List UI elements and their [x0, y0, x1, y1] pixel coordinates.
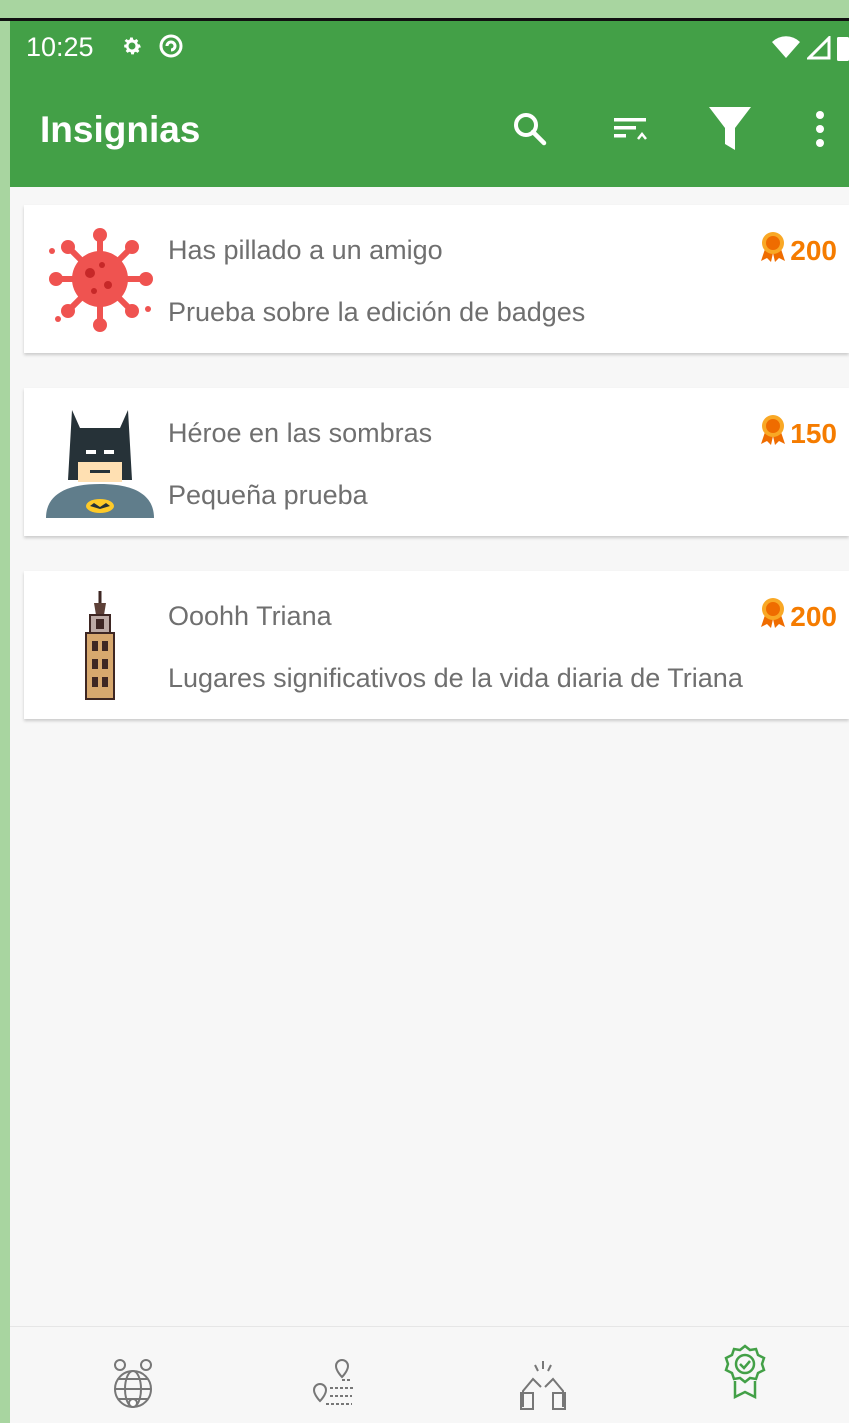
sort-icon — [612, 112, 652, 151]
app-bar: Insignias — [10, 81, 849, 187]
wifi-icon — [771, 36, 801, 65]
more-vert-icon — [814, 109, 826, 154]
badge-points: 150 — [758, 414, 837, 453]
badge-description: Pequeña prueba — [168, 480, 368, 510]
sort-button[interactable] — [606, 105, 658, 157]
batman-icon — [44, 406, 156, 518]
more-options-button[interactable] — [794, 105, 846, 157]
badge-title: Has pillado a un amigo — [168, 235, 443, 265]
filter-button[interactable] — [704, 105, 756, 157]
virus-icon — [44, 223, 156, 335]
badge-points: 200 — [758, 231, 837, 270]
signal-icon — [805, 34, 831, 65]
search-icon — [511, 110, 549, 153]
world-map-icon — [108, 1357, 158, 1416]
badge-card[interactable]: Ooohh Triana Lugares significativos de l… — [24, 571, 849, 719]
filter-icon — [707, 104, 753, 159]
battery-icon — [837, 35, 849, 66]
badge-description: Prueba sobre la edición de badges — [168, 297, 586, 327]
phone-screen: 10:25 Insignias Has pillado a un amigo P… — [10, 21, 849, 1423]
badge-title: Héroe en las sombras — [168, 418, 433, 448]
community-icon — [517, 1357, 569, 1416]
nav-item-routes[interactable] — [232, 1327, 441, 1423]
badge-description: Lugares significativos de la vida diaria… — [168, 663, 743, 693]
badge-icon — [723, 1343, 767, 1404]
medal-icon — [758, 597, 788, 636]
search-button[interactable] — [504, 105, 556, 157]
medal-icon — [758, 414, 788, 453]
status-bar: 10:25 — [10, 21, 849, 81]
page-title: Insignias — [40, 109, 201, 150]
nav-item-map[interactable] — [28, 1327, 237, 1423]
status-time: 10:25 — [26, 32, 94, 62]
badge-card[interactable]: Héroe en las sombras Pequeña prueba 150 — [24, 388, 849, 536]
badge-points: 200 — [758, 597, 837, 636]
route-icon — [312, 1356, 362, 1417]
tower-icon — [44, 589, 156, 701]
settings-icon — [120, 34, 144, 63]
badge-points-value: 150 — [790, 417, 837, 449]
badge-points-value: 200 — [790, 234, 837, 266]
badge-points-value: 200 — [790, 600, 837, 632]
badge-title: Ooohh Triana — [168, 601, 332, 631]
bottom-navigation — [10, 1326, 849, 1423]
badge-card[interactable]: Has pillado a un amigo Prueba sobre la e… — [24, 205, 849, 353]
medal-icon — [758, 231, 788, 270]
nav-item-badges[interactable] — [640, 1327, 849, 1423]
sync-icon — [158, 33, 184, 64]
nav-item-community[interactable] — [438, 1327, 647, 1423]
